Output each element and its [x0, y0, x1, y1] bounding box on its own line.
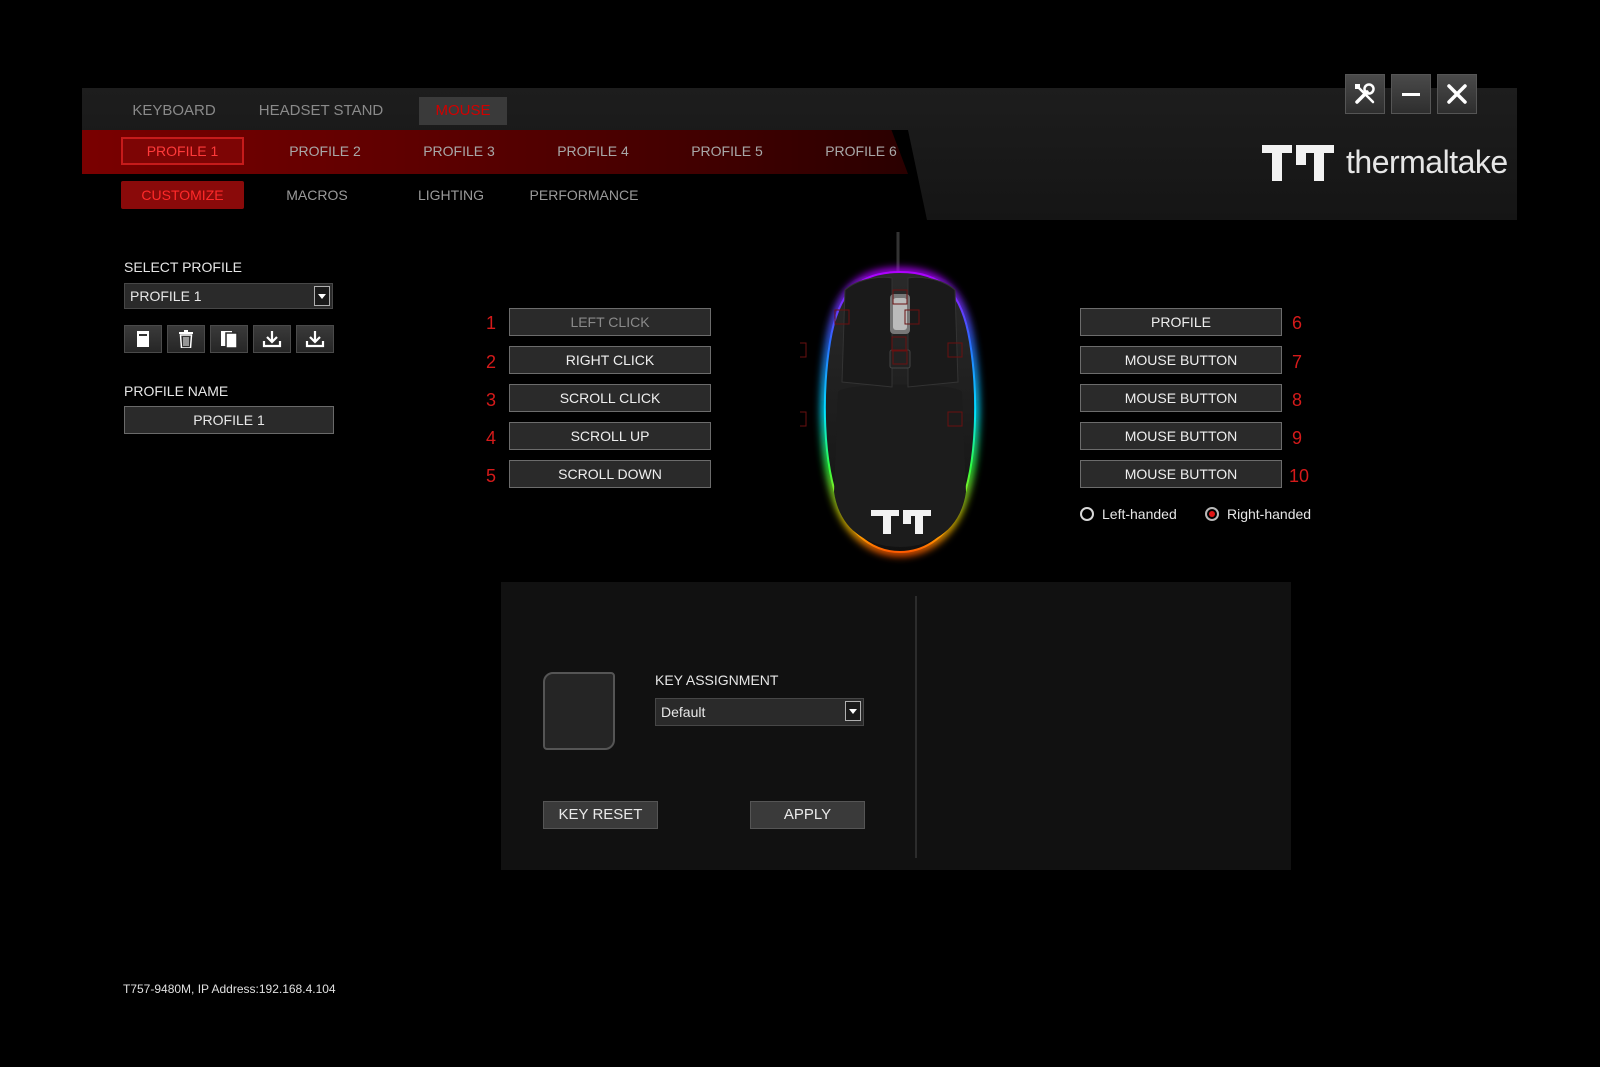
button-number: 4 [486, 428, 497, 448]
tab-profile-4[interactable]: PROFILE 4 [538, 137, 648, 165]
tab-customize[interactable]: CUSTOMIZE [121, 181, 244, 209]
document-icon [137, 331, 149, 347]
profile-button[interactable]: PROFILE [1080, 308, 1282, 336]
tab-headset-stand[interactable]: HEADSET STAND [256, 97, 386, 125]
tab-macros[interactable]: MACROS [262, 181, 372, 209]
left-click-button[interactable]: LEFT CLICK [509, 308, 711, 336]
button-number: 10 [1289, 466, 1310, 486]
button-number: 3 [486, 390, 497, 410]
button-number: 8 [1292, 390, 1303, 410]
delete-profile-button[interactable] [167, 325, 205, 353]
copy-icon [221, 331, 238, 348]
profile-name-field[interactable]: PROFILE 1 [124, 406, 334, 434]
mouse-image [791, 232, 980, 557]
new-profile-button[interactable] [124, 325, 162, 353]
scroll-click-button[interactable]: SCROLL CLICK [509, 384, 711, 412]
tab-profile-3[interactable]: PROFILE 3 [404, 137, 514, 165]
chevron-down-icon[interactable] [314, 286, 330, 306]
close-icon [1447, 84, 1467, 104]
tab-profile-5[interactable]: PROFILE 5 [672, 137, 782, 165]
tt-logo-icon [1262, 144, 1334, 181]
tab-mouse[interactable]: MOUSE [419, 97, 507, 125]
right-click-button[interactable]: RIGHT CLICK [509, 346, 711, 374]
profile-name-label: PROFILE NAME [124, 383, 229, 399]
tab-profile-6[interactable]: PROFILE 6 [806, 137, 916, 165]
right-handed-label: Right-handed [1227, 506, 1312, 522]
key-preview [543, 672, 615, 750]
panel-divider [915, 596, 917, 858]
tools-icon [1355, 83, 1375, 104]
mouse-button-8[interactable]: MOUSE BUTTON [1080, 384, 1282, 412]
profile-select-value: PROFILE 1 [130, 288, 202, 304]
button-number: 2 [486, 352, 497, 372]
chevron-down-icon[interactable] [845, 701, 861, 721]
import-profile-button[interactable] [253, 325, 291, 353]
mouse-button-9[interactable]: MOUSE BUTTON [1080, 422, 1282, 450]
brand-name: thermaltake [1346, 144, 1508, 180]
tab-lighting[interactable]: LIGHTING [396, 181, 506, 209]
brand-logo: thermaltake [1262, 144, 1508, 181]
device-status: T757-9480M, IP Address:192.168.4.104 [123, 982, 336, 996]
left-handed-label: Left-handed [1102, 506, 1177, 522]
button-number: 1 [486, 313, 497, 333]
trash-icon [179, 330, 193, 348]
left-handed-radio[interactable]: Left-handed [1080, 506, 1177, 522]
key-assignment-value: Default [661, 704, 706, 720]
tab-profile-1[interactable]: PROFILE 1 [121, 137, 244, 165]
settings-button[interactable] [1345, 74, 1385, 114]
mouse-button-7[interactable]: MOUSE BUTTON [1080, 346, 1282, 374]
button-number: 6 [1292, 313, 1303, 333]
key-assignment-label: KEY ASSIGNMENT [655, 672, 779, 688]
mouse-button-10[interactable]: MOUSE BUTTON [1080, 460, 1282, 488]
radio-selected-icon [1205, 507, 1219, 521]
tab-performance[interactable]: PERFORMANCE [522, 181, 646, 209]
close-button[interactable] [1437, 74, 1477, 114]
select-profile-label: SELECT PROFILE [124, 259, 243, 275]
export-profile-button[interactable] [296, 325, 334, 353]
scroll-up-button[interactable]: SCROLL UP [509, 422, 711, 450]
copy-profile-button[interactable] [210, 325, 248, 353]
profile-select[interactable]: PROFILE 1 [124, 283, 333, 309]
key-reset-button[interactable]: KEY RESET [543, 801, 658, 829]
mouse-illustration [791, 232, 1000, 572]
key-assignment-select[interactable]: Default [655, 698, 864, 726]
right-handed-radio[interactable]: Right-handed [1205, 506, 1311, 522]
download-icon [262, 331, 282, 348]
radio-icon [1080, 507, 1094, 521]
minimize-icon [1402, 93, 1420, 96]
button-number: 9 [1292, 428, 1303, 448]
scroll-down-button[interactable]: SCROLL DOWN [509, 460, 711, 488]
download-icon [305, 331, 325, 348]
tab-keyboard[interactable]: KEYBOARD [124, 97, 224, 125]
apply-button[interactable]: APPLY [750, 801, 865, 829]
tab-profile-2[interactable]: PROFILE 2 [270, 137, 380, 165]
button-number: 5 [486, 466, 497, 486]
minimize-button[interactable] [1391, 74, 1431, 114]
button-number: 7 [1292, 352, 1303, 372]
